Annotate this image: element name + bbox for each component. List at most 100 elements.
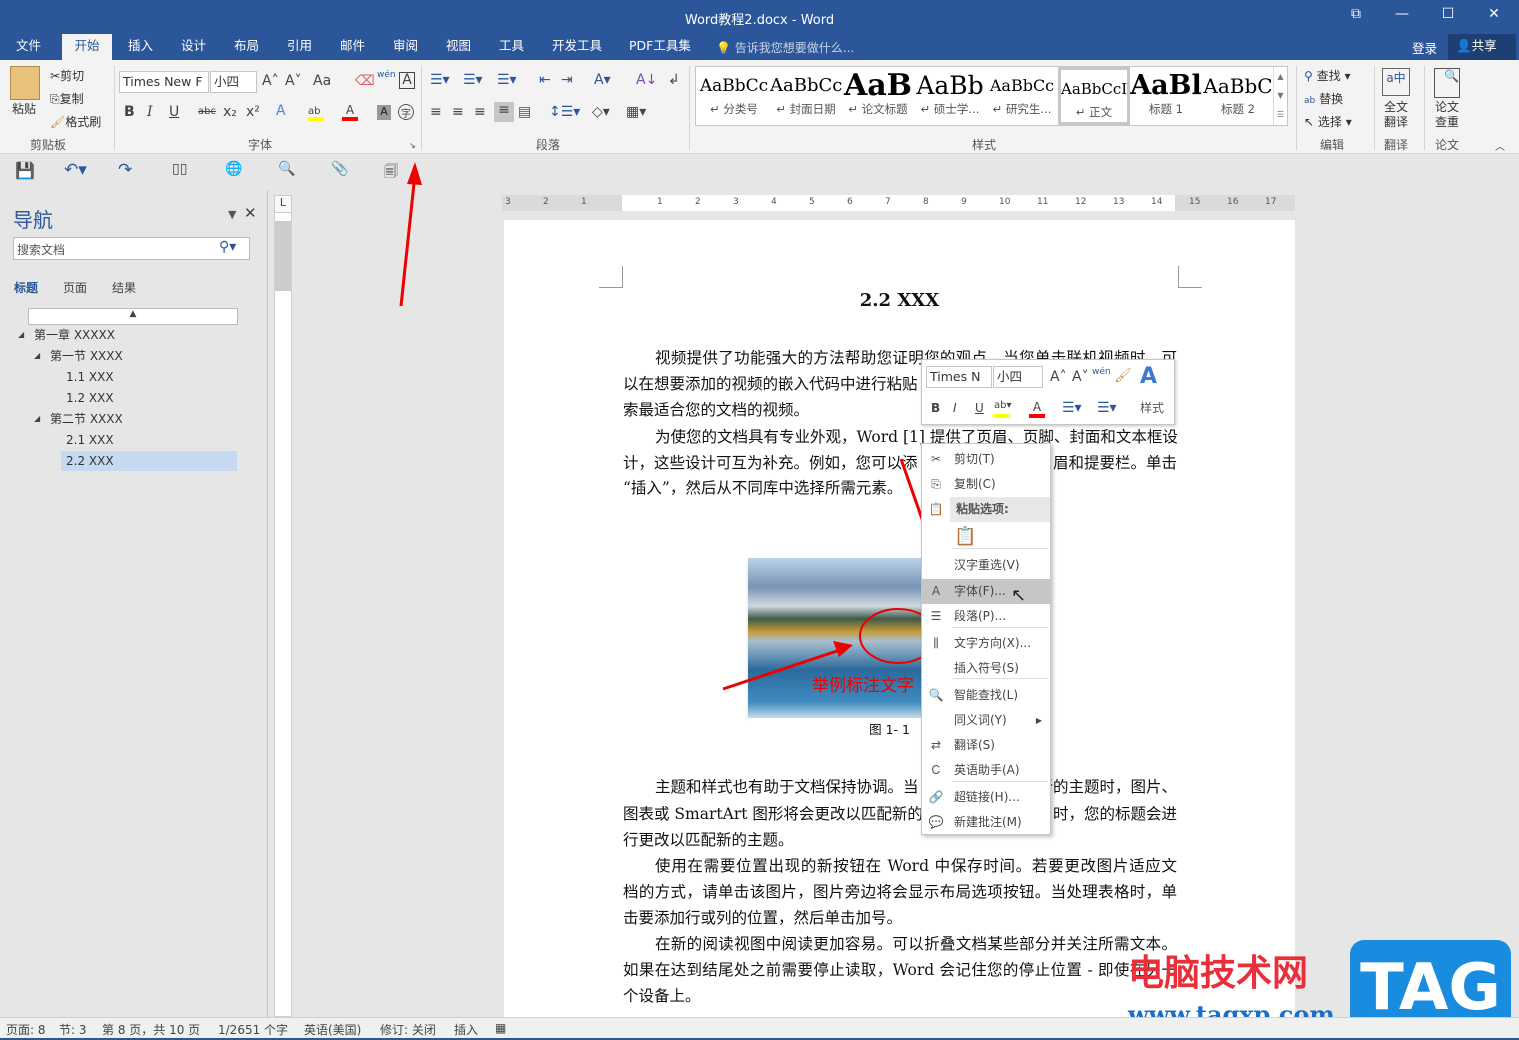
web-link-icon[interactable]: 🌐 xyxy=(225,161,242,177)
clear-formatting-icon[interactable]: ⌫ xyxy=(355,73,375,89)
minimize-button[interactable]: — xyxy=(1382,6,1422,22)
full-text-translate-button[interactable]: 全文 翻译 xyxy=(1384,100,1408,130)
enclose-characters-icon[interactable]: 字 xyxy=(398,104,414,120)
tree-item[interactable]: ◢ 第二节 XXXX xyxy=(0,409,260,429)
sort-icon[interactable]: A↓ xyxy=(636,72,657,88)
underline-button[interactable]: U xyxy=(975,401,984,415)
tab-mailings[interactable]: 邮件 xyxy=(332,34,373,60)
cut-button[interactable]: ✂剪切 xyxy=(50,67,84,84)
redo-icon[interactable]: ↷ xyxy=(118,160,132,180)
format-painter-icon[interactable]: 🖌 xyxy=(1114,368,1132,384)
context-menu-item[interactable]: Ꮯ 英语助手(A) xyxy=(922,758,1050,783)
tab-references[interactable]: 引用 xyxy=(279,34,320,60)
style-item[interactable]: AaBbCcI ↵ 正文 xyxy=(1058,67,1130,125)
ribbon-display-options-button[interactable]: ⧉ xyxy=(1336,6,1376,22)
font-size-select[interactable]: 小四 xyxy=(210,71,257,93)
style-item[interactable]: AaB ↵ 论文标题 xyxy=(842,67,914,125)
distributed-icon[interactable]: ▤ xyxy=(518,104,531,120)
context-menu-item[interactable]: ⇄ 翻译(S) xyxy=(922,733,1050,758)
grow-font-icon[interactable]: A˄ xyxy=(262,73,279,89)
tab-view[interactable]: 视图 xyxy=(438,34,479,60)
attach-file-icon[interactable]: 📎 xyxy=(331,161,348,177)
context-menu-item[interactable]: 📋 xyxy=(922,522,1050,552)
mini-font-name-select[interactable]: Times N xyxy=(926,366,992,388)
search-document-input[interactable]: 搜索文档 ⚲▾ xyxy=(13,237,250,260)
context-menu-item[interactable]: ✂ 剪切(T) xyxy=(922,447,1050,472)
tell-me-search[interactable]: 💡 告诉我您想要做什么... xyxy=(716,39,854,56)
tree-item[interactable]: 1.2 XXX xyxy=(0,388,260,408)
tree-item[interactable]: 2.1 XXX xyxy=(0,430,260,450)
status-item[interactable]: 第 8 页，共 10 页 xyxy=(102,1021,200,1038)
tab-developer[interactable]: 开发工具 xyxy=(544,34,610,60)
print-preview-icon[interactable]: 🔍 xyxy=(278,161,295,177)
character-shading-icon[interactable]: A xyxy=(377,105,391,120)
context-menu-item[interactable]: 📋 粘贴选项: xyxy=(922,497,1050,522)
italic-button[interactable]: I xyxy=(953,401,957,415)
phonetic-guide-button[interactable]: wén xyxy=(377,70,396,80)
underline-button[interactable]: U xyxy=(169,104,179,120)
style-item[interactable]: AaBbCc ↵ 研究生... xyxy=(986,67,1058,125)
collapse-all-button[interactable]: ▲ xyxy=(28,308,238,325)
font-name-select[interactable]: Times New F xyxy=(119,71,209,93)
text-effects-icon[interactable]: A xyxy=(276,103,286,119)
close-button[interactable]: ✕ xyxy=(1474,6,1514,22)
numbering-icon[interactable]: ☰▾ xyxy=(463,72,483,88)
context-menu-item[interactable]: 汉字重选(V) xyxy=(922,553,1050,578)
copy-button[interactable]: ⎘复制 xyxy=(50,90,84,107)
decrease-indent-icon[interactable]: ⇤ xyxy=(539,72,551,88)
character-border-icon[interactable]: A xyxy=(399,72,415,89)
collapse-ribbon-icon[interactable]: ︿ xyxy=(1495,138,1505,153)
tab-insert[interactable]: 插入 xyxy=(120,34,161,60)
tree-item[interactable]: ◢ 第一节 XXXX xyxy=(0,346,260,366)
font-color-icon[interactable]: A xyxy=(342,103,358,121)
tree-item[interactable]: ◢ 第一章 XXXXX xyxy=(0,325,260,345)
nav-close-icon[interactable]: ✕ xyxy=(244,204,257,222)
status-item[interactable]: 节: 3 xyxy=(59,1021,87,1038)
highlight-color-icon[interactable]: ab xyxy=(308,103,324,121)
macro-record-icon[interactable]: ▦ xyxy=(495,1021,506,1035)
bold-button[interactable]: B xyxy=(931,401,940,415)
tab-review[interactable]: 审阅 xyxy=(385,34,426,60)
bullets-icon[interactable]: ☰▾ xyxy=(430,72,450,88)
search-icon[interactable]: ⚲▾ xyxy=(219,239,236,255)
italic-button[interactable]: I xyxy=(147,104,153,120)
format-painter-button[interactable]: 🖌格式刷 xyxy=(50,113,101,130)
status-item[interactable]: 插入 xyxy=(454,1021,478,1038)
status-item[interactable]: 英语(美国) xyxy=(304,1021,361,1038)
tab-tools[interactable]: 工具 xyxy=(491,34,532,60)
shrink-font-icon[interactable]: A˅ xyxy=(285,73,302,89)
tab-file[interactable]: 文件 xyxy=(8,34,49,60)
context-menu-item[interactable]: 🔍 智能查找(L) xyxy=(922,683,1050,708)
style-item[interactable]: AaBbCc ↵ 封面日期 xyxy=(770,67,842,125)
tree-item[interactable]: 2.2 XXX xyxy=(61,451,237,471)
style-item[interactable]: AaBbC 标题 2 xyxy=(1202,67,1274,125)
undo-icon[interactable]: ↶▾ xyxy=(64,160,87,180)
expand-triangle-icon[interactable]: ◢ xyxy=(34,346,40,366)
vertical-ruler[interactable]: L xyxy=(274,195,292,1017)
status-item[interactable]: 页面: 8 xyxy=(6,1021,46,1038)
align-center-icon[interactable]: ≡ xyxy=(452,104,464,120)
find-button[interactable]: ⚲ 查找 ▾ xyxy=(1304,67,1350,84)
font-dialog-launcher-icon[interactable]: ↘ xyxy=(409,141,416,150)
phonetic-guide-icon[interactable]: wén xyxy=(1092,367,1111,377)
save-icon[interactable]: 💾 xyxy=(15,161,35,180)
align-right-icon[interactable]: ≡ xyxy=(474,104,486,120)
context-menu-item[interactable]: A 字体(F)... xyxy=(922,579,1050,604)
font-color-icon[interactable]: A xyxy=(1029,400,1045,418)
tab-home[interactable]: 开始 xyxy=(62,34,112,60)
line-spacing-icon[interactable]: ↕☰▾ xyxy=(549,104,580,120)
tab-pdf-tools[interactable]: PDF工具集 xyxy=(621,34,699,60)
subscript-button[interactable]: x₂ xyxy=(223,104,237,120)
nav-options-icon[interactable]: ▼ xyxy=(228,208,236,221)
style-item[interactable]: AaBl 标题 1 xyxy=(1130,67,1202,125)
superscript-button[interactable]: x² xyxy=(246,104,260,120)
share-button[interactable]: 👤共享 xyxy=(1448,34,1516,60)
context-menu-item[interactable]: ☰ 段落(P)... xyxy=(922,604,1050,629)
align-left-icon[interactable]: ≡ xyxy=(430,104,442,120)
two-pages-icon[interactable]: ▯▯ xyxy=(172,161,187,177)
login-button[interactable]: 登录 xyxy=(1412,38,1437,57)
change-case-button[interactable]: Aa xyxy=(313,73,331,89)
bullets-icon[interactable]: ☰▾ xyxy=(1062,400,1082,416)
style-item[interactable]: AaBbCc ↵ 分类号 xyxy=(698,67,770,125)
multilevel-list-icon[interactable]: ☰▾ xyxy=(497,72,517,88)
